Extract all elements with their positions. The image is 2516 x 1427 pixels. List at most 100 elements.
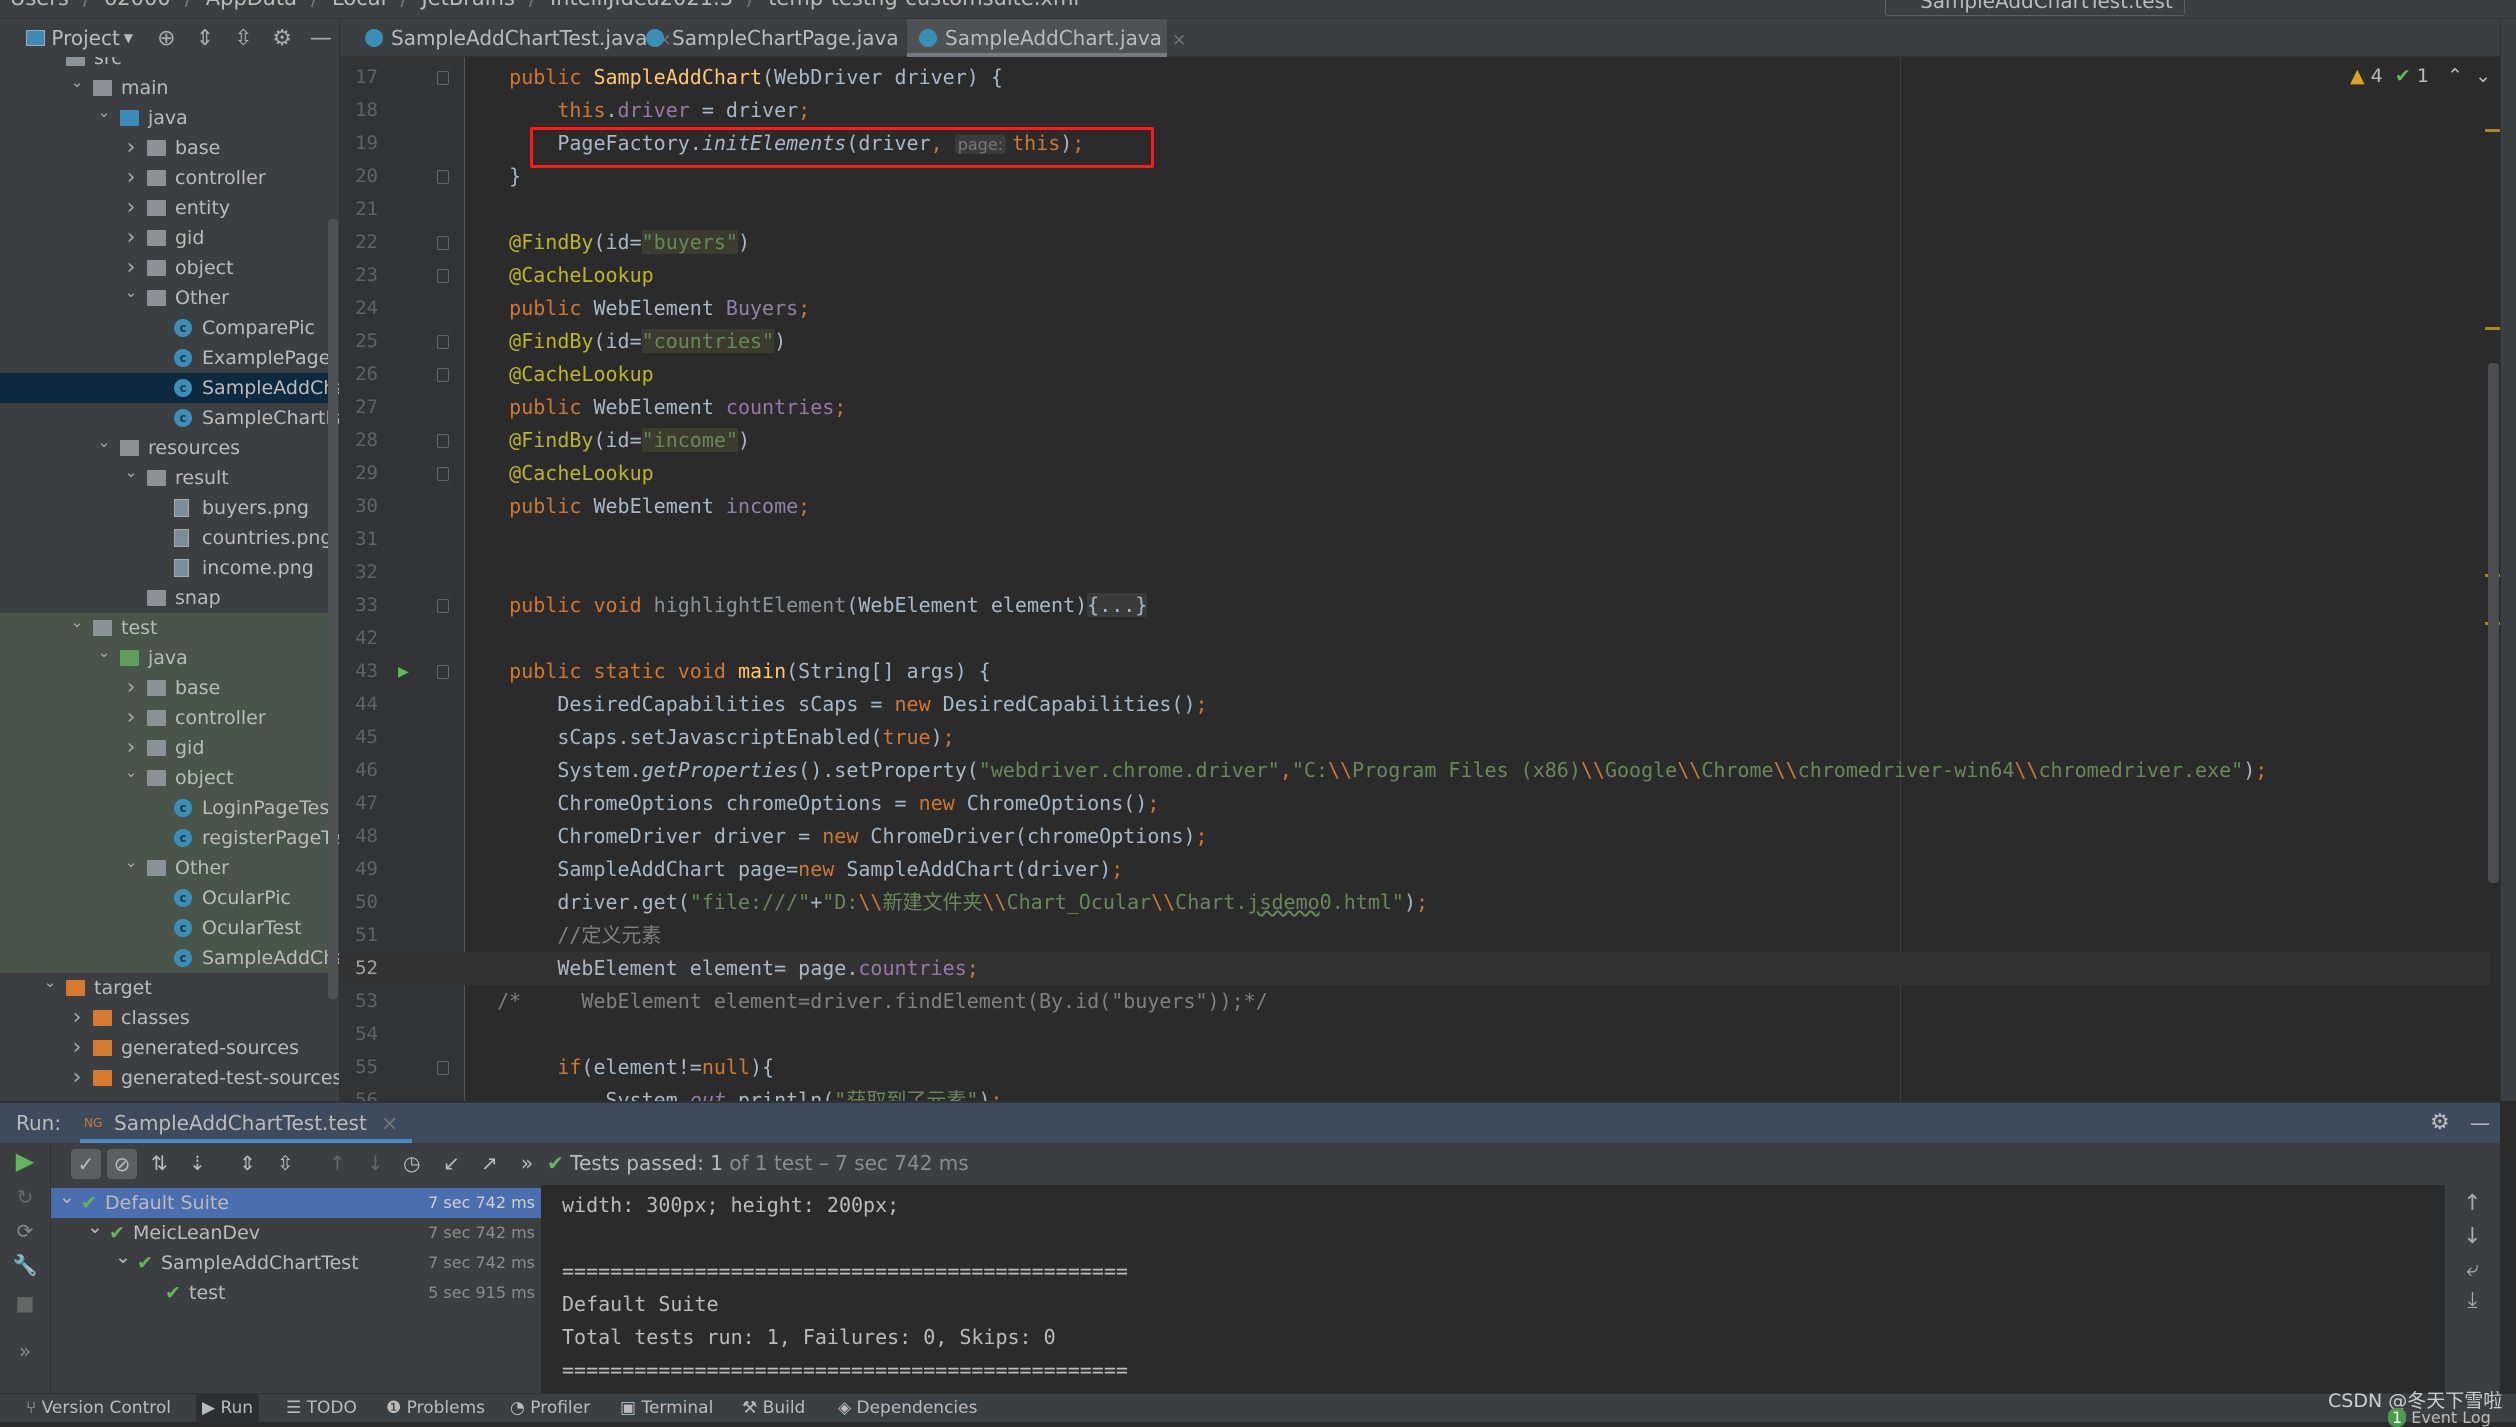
fold-marker-icon[interactable] <box>437 599 449 613</box>
tool-window-version-control[interactable]: ⑂ Version Control <box>20 1394 177 1423</box>
event-log-button[interactable]: 1 Event Log <box>2388 1408 2491 1427</box>
test-result-row[interactable]: ✔ test 5 sec 915 ms <box>51 1278 541 1308</box>
fold-marker-icon[interactable] <box>437 1061 449 1075</box>
tree-item[interactable]: ⌄ result <box>0 463 330 493</box>
chevron-down-icon[interactable]: ⌄ <box>94 427 114 457</box>
chevron-right-icon[interactable]: › <box>121 133 141 163</box>
rerun-failed-icon[interactable]: ↻ <box>0 1185 50 1209</box>
code-editor[interactable]: 17 public SampleAddChart(WebDriver drive… <box>340 57 2500 1101</box>
fold-marker-icon[interactable] <box>437 71 449 85</box>
tree-item[interactable]: income.png <box>0 553 330 583</box>
sort-alphabetically-icon[interactable]: ⇅ <box>151 1151 168 1175</box>
error-stripe-mark[interactable] <box>2485 129 2500 132</box>
fold-marker-icon[interactable] <box>437 236 449 250</box>
tree-item[interactable]: c OcularPic <box>0 883 330 913</box>
tool-window-profiler[interactable]: ◔ Profiler <box>504 1394 596 1423</box>
chevron-right-icon[interactable]: › <box>121 703 141 733</box>
tree-item[interactable]: c ComparePic <box>0 313 330 343</box>
tree-item[interactable]: › gid <box>0 733 330 763</box>
minimize-icon[interactable]: — <box>301 26 339 51</box>
tree-item[interactable]: c SampleChartPa <box>0 403 339 433</box>
chevron-right-icon[interactable]: › <box>121 193 141 223</box>
previous-failed-icon[interactable]: ↑ <box>329 1151 346 1175</box>
fold-marker-icon[interactable] <box>437 269 449 283</box>
breadcrumb-item[interactable]: IntelliJIdea2021.3 <box>550 0 733 10</box>
chevron-down-icon[interactable]: ⌄ <box>94 637 114 667</box>
toggle-auto-test-icon[interactable]: ⟳ <box>0 1219 50 1243</box>
chevron-down-icon[interactable]: ⌄ <box>121 847 141 877</box>
chevron-down-icon[interactable]: ⌄ <box>121 277 141 307</box>
expand-all-icon[interactable]: ⇕ <box>239 1151 256 1175</box>
chevron-right-icon[interactable]: › <box>121 223 141 253</box>
tree-item[interactable]: c registerPageTes <box>0 823 339 853</box>
tree-item[interactable]: c OcularTest <box>0 913 330 943</box>
show-passed-icon[interactable]: ✓ <box>71 1149 101 1179</box>
project-view-dropdown[interactable]: Project <box>51 26 119 50</box>
test-history-icon[interactable]: ◷ <box>403 1151 420 1175</box>
tree-item[interactable]: snap <box>0 583 330 613</box>
run-configuration-select[interactable]: SampleAddChartTest.test <box>1885 0 2185 16</box>
rerun-icon[interactable]: ▶ <box>0 1147 50 1175</box>
tool-window-todo[interactable]: ☰ TODO <box>280 1394 363 1423</box>
collapse-all-icon[interactable]: ⇳ <box>277 1151 294 1175</box>
minimize-icon[interactable]: — <box>2470 1103 2490 1143</box>
previous-highlight-icon[interactable]: ⌃ <box>2447 65 2463 87</box>
tree-item[interactable]: › base <box>0 673 330 703</box>
tree-item[interactable]: ⌄ main <box>0 73 330 103</box>
next-failed-icon[interactable]: ↓ <box>367 1151 384 1175</box>
tree-item[interactable]: › generated-test-sources <box>0 1063 339 1093</box>
tree-item[interactable]: ⌄ java <box>0 103 330 133</box>
tree-item[interactable]: ⌄ object <box>0 763 330 793</box>
chevron-down-icon[interactable]: ⌄ <box>67 67 87 97</box>
close-icon[interactable]: × <box>381 1111 398 1135</box>
tree-item[interactable]: countries.png <box>0 523 333 553</box>
breadcrumb-item[interactable]: 62000 <box>104 0 171 10</box>
chevron-down-icon[interactable]: ⌄ <box>87 1212 103 1242</box>
tree-item[interactable]: ⌄ target <box>0 973 330 1003</box>
sort-by-duration-icon[interactable]: ⇣ <box>189 1151 206 1175</box>
tree-item[interactable]: c LoginPageTest <box>0 793 337 823</box>
locate-icon[interactable]: ⊕ <box>147 26 186 51</box>
tree-item[interactable]: ⌄ Other <box>0 853 330 883</box>
console-output[interactable]: width: 300px; height: 200px; ============… <box>541 1185 2445 1393</box>
breadcrumb-item[interactable]: Local <box>332 0 386 10</box>
run-tab[interactable]: NG SampleAddChartTest.test × <box>80 1103 412 1143</box>
chevron-down-icon[interactable]: ⌄ <box>115 1242 131 1272</box>
test-result-row[interactable]: ⌄ ✔ Default Suite 7 sec 742 ms <box>51 1186 541 1218</box>
chevron-down-icon[interactable]: ⌄ <box>121 757 141 787</box>
tab-sampleaddcharttest-java[interactable]: SampleAddChartTest.java × <box>353 19 672 57</box>
tool-window-terminal[interactable]: ▣ Terminal <box>614 1394 719 1423</box>
fold-marker-icon[interactable] <box>437 434 449 448</box>
chevron-right-icon[interactable]: › <box>67 1033 87 1063</box>
chevron-down-icon[interactable]: ⌄ <box>121 457 141 487</box>
editor-scrollbar[interactable] <box>2488 363 2499 883</box>
breadcrumb-item[interactable]: AppData <box>206 0 297 10</box>
tree-item[interactable]: › controller <box>0 163 330 193</box>
run-gutter-icon[interactable]: ▶ <box>398 655 409 688</box>
tree-item[interactable]: › base <box>0 133 330 163</box>
chevron-down-icon[interactable]: ⌄ <box>67 607 87 637</box>
tree-item[interactable]: c SampleAddCha <box>0 373 339 403</box>
gear-icon[interactable]: ⚙ <box>263 26 302 51</box>
tab-sampleaddchart-java[interactable]: SampleAddChart.java × <box>907 19 1186 57</box>
tree-item[interactable]: ⌄ java <box>0 643 330 673</box>
tree-item[interactable]: › object <box>0 253 330 283</box>
more-icon[interactable]: » <box>0 1339 50 1363</box>
fold-marker-icon[interactable] <box>437 665 449 679</box>
tool-window-run[interactable]: ▶ Run <box>196 1394 260 1423</box>
chevron-right-icon[interactable]: › <box>121 673 141 703</box>
wrench-icon[interactable]: 🔧 <box>0 1253 50 1277</box>
chevron-right-icon[interactable]: › <box>121 163 141 193</box>
collapse-all-icon[interactable]: ⇳ <box>224 26 263 51</box>
import-tests-icon[interactable]: ↙ <box>443 1151 460 1175</box>
breadcrumb-item[interactable]: temp-testng-customsuite.xml <box>768 0 1079 10</box>
tree-item[interactable]: › gid <box>0 223 330 253</box>
scroll-up-icon[interactable]: ↑ <box>2445 1191 2500 1216</box>
chevron-down-icon[interactable]: ⌄ <box>59 1182 75 1212</box>
tree-item[interactable]: › generated-sources <box>0 1033 330 1063</box>
chevron-down-icon[interactable]: ⌄ <box>94 97 114 127</box>
scroll-down-icon[interactable]: ↓ <box>2445 1224 2500 1249</box>
chevron-down-icon[interactable]: ⌄ <box>40 967 60 997</box>
tree-item[interactable]: ⌄ resources <box>0 433 330 463</box>
scroll-to-end-icon[interactable]: ⤓ <box>2445 1288 2500 1313</box>
